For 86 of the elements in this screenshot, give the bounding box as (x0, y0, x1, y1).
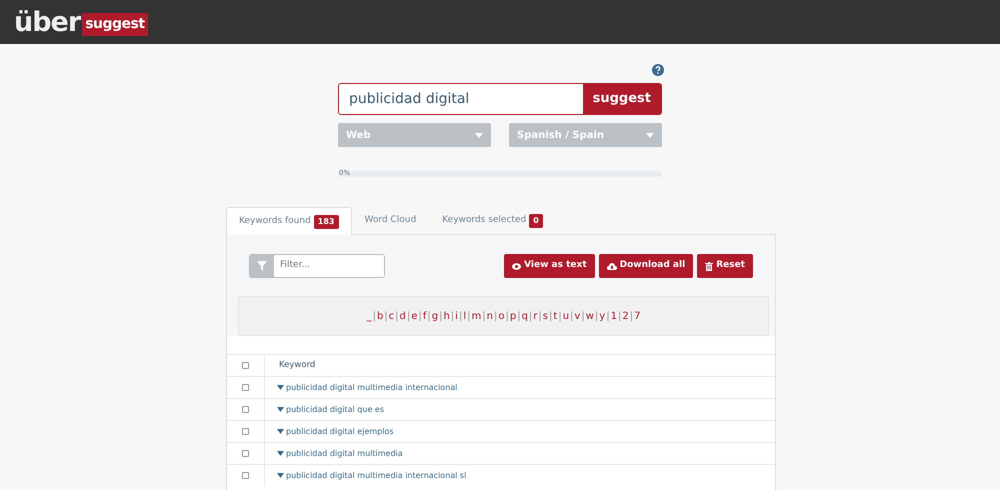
separator: | (549, 310, 552, 324)
separator: | (406, 310, 410, 324)
separator: | (439, 310, 442, 324)
letter-link[interactable]: n (486, 308, 493, 324)
letter-link[interactable]: t (553, 308, 558, 324)
caret-icon (646, 132, 654, 138)
tab[interactable]: Word Cloud (352, 207, 430, 234)
separator: | (482, 310, 486, 324)
separator: | (418, 310, 422, 324)
filter-field[interactable]: Filter... (249, 254, 385, 278)
separator: | (581, 310, 585, 324)
letter-link[interactable]: m (471, 308, 482, 324)
separator: | (467, 310, 470, 324)
separator: | (558, 310, 562, 324)
letter-link[interactable]: s (542, 308, 548, 324)
separator: | (372, 310, 376, 324)
keyword-link[interactable]: publicidad digital multimedia internacional (277, 382, 458, 394)
separator: | (494, 310, 498, 324)
help-icon[interactable] (652, 64, 664, 76)
separator: | (570, 310, 574, 324)
separator: | (538, 310, 542, 324)
letter-link[interactable]: d (400, 308, 406, 324)
letter-link[interactable]: o (498, 308, 504, 324)
caret-icon (277, 451, 284, 456)
search-field[interactable]: publicidad digital suggest (338, 83, 662, 115)
letter-link[interactable]: r (533, 308, 538, 324)
separator: | (630, 310, 634, 324)
letter-link[interactable]: c (388, 308, 394, 324)
view-button[interactable]: View as text (504, 254, 595, 278)
column-header: Keyword (279, 359, 316, 372)
keyword-link[interactable]: publicidad digital ejemplos (277, 426, 394, 438)
count-badge: 0 (529, 214, 543, 228)
separator: | (618, 310, 622, 324)
separator: | (450, 310, 454, 324)
caret-icon (475, 132, 483, 138)
separator: | (505, 310, 509, 324)
letter-link[interactable]: f (422, 308, 426, 324)
letter-link[interactable]: y (599, 308, 606, 324)
letter-link[interactable]: g (432, 308, 438, 324)
letter-link[interactable]: h (443, 308, 450, 324)
caret-icon (277, 407, 284, 412)
caret-icon (277, 429, 284, 434)
separator: | (458, 310, 462, 324)
keyword-link[interactable]: publicidad digital multimedia internacional sl (277, 470, 466, 482)
separator: | (517, 310, 521, 324)
cloud-download-icon (606, 262, 617, 270)
checkbox[interactable] (242, 384, 249, 391)
letter-link[interactable]: 7 (634, 308, 640, 324)
eye-icon (512, 262, 522, 270)
caret-icon (277, 473, 284, 478)
separator: | (384, 310, 388, 324)
letter-link[interactable]: v (574, 308, 580, 324)
separator: | (528, 310, 532, 324)
separator: | (594, 310, 598, 324)
separator: | (427, 310, 431, 324)
checkbox[interactable] (242, 472, 249, 479)
keyword-link[interactable]: publicidad digital multimedia (277, 448, 403, 460)
letter-link[interactable]: 2 (622, 308, 629, 324)
letter-link[interactable]: u (562, 308, 570, 324)
letter-link[interactable]: b (376, 308, 384, 324)
letter-link[interactable]: i (455, 308, 458, 324)
checkbox[interactable] (242, 362, 249, 369)
tab[interactable]: Keywords found 183 (226, 207, 352, 235)
letter-link[interactable]: l (463, 308, 466, 324)
filter-icon (257, 261, 267, 271)
letter-link[interactable]: q (522, 308, 528, 324)
letter-link[interactable]: p (510, 308, 516, 324)
separator: | (395, 310, 399, 324)
logo-tag: suggest (82, 12, 148, 36)
caret-icon (277, 385, 284, 390)
download-button[interactable]: Download all (598, 254, 694, 278)
suggest-button[interactable]: suggest (582, 84, 661, 114)
letter-link[interactable]: w (586, 308, 594, 324)
tab[interactable]: Keywords selected 0 (429, 207, 556, 234)
count-badge: 183 (314, 214, 338, 228)
letter-link[interactable]: _ (366, 308, 372, 324)
logo-word: über (14, 8, 80, 36)
separator: | (606, 310, 610, 324)
letter-link[interactable]: e (411, 308, 418, 324)
keyword-link[interactable]: publicidad digital que es (277, 404, 384, 416)
checkbox[interactable] (242, 406, 249, 413)
checkbox[interactable] (242, 428, 249, 435)
checkbox[interactable] (242, 450, 249, 457)
trash-icon (705, 262, 714, 270)
letter-link[interactable]: 1 (610, 308, 617, 324)
reset-button[interactable]: Reset (697, 254, 753, 278)
